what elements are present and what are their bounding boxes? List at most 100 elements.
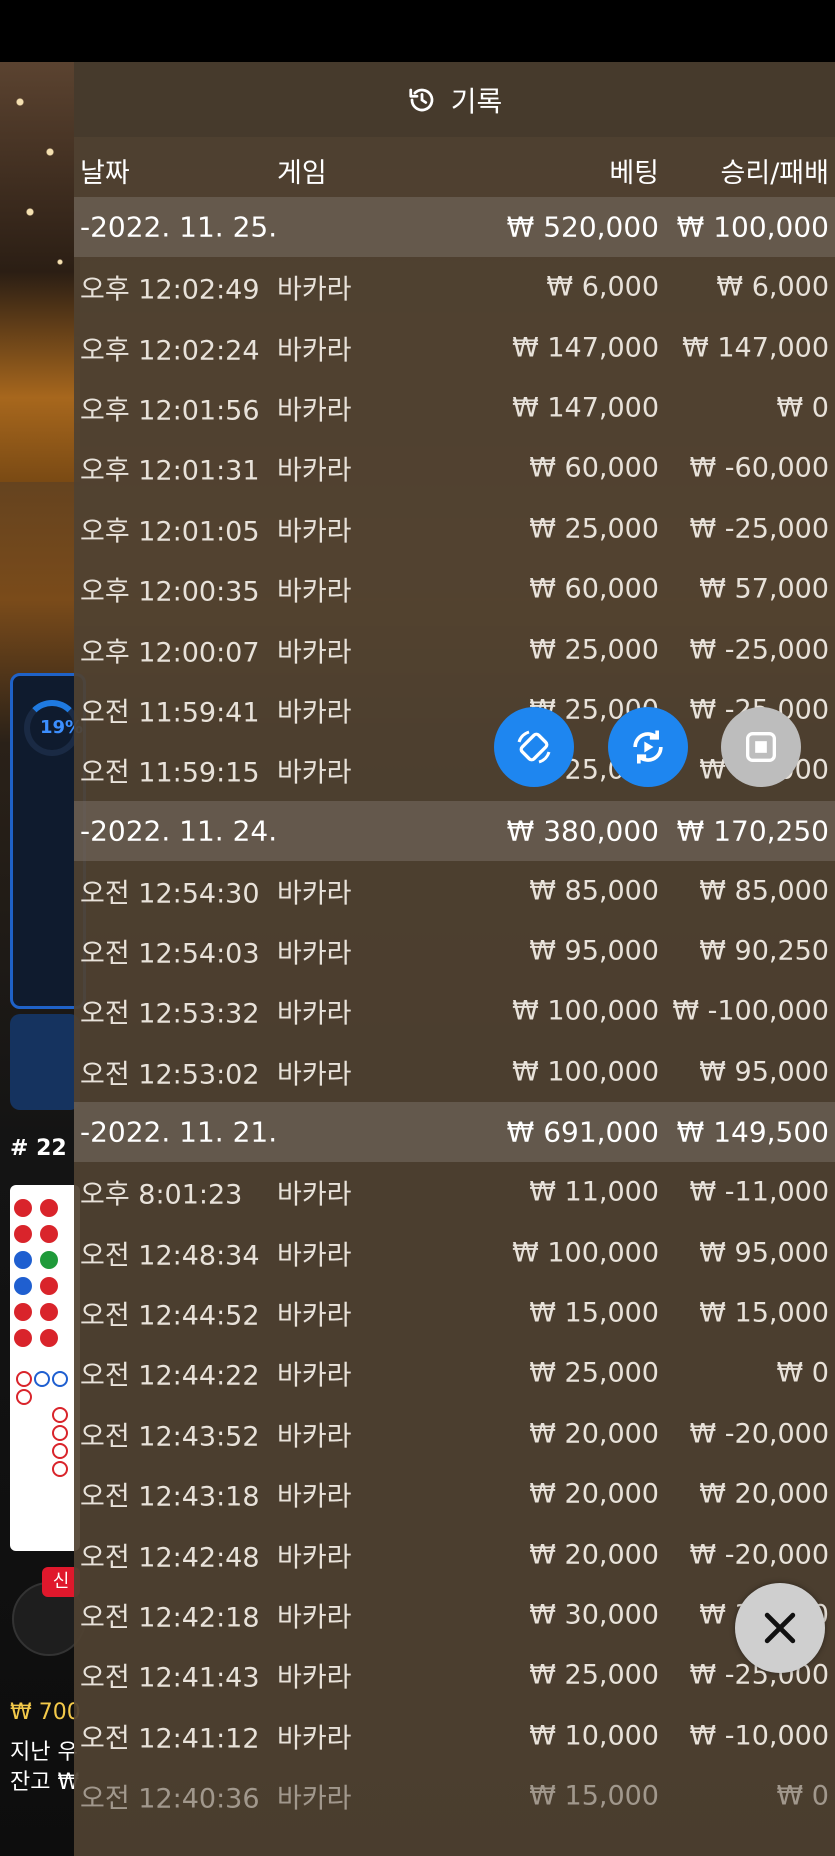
row-game: 바카라: [277, 395, 352, 427]
history-row[interactable]: 오전 12:42:18바카라₩ 30,000₩ 30,000: [74, 1585, 835, 1645]
history-row[interactable]: 오전 12:53:02 바카라 ₩ 100,000 ₩ 95,000: [74, 1042, 835, 1102]
row-bet: ₩ 25,000: [529, 634, 659, 666]
history-row[interactable]: 오전 12:44:22 바카라 ₩ 25,000 ₩ 0: [74, 1343, 835, 1403]
road-dot: [40, 1251, 58, 1269]
column-result: 승리/패배: [720, 158, 829, 189]
history-row[interactable]: 오후 12:01:05 바카라 ₩ 25,000 ₩ -25,000: [74, 499, 835, 559]
row-time: 오전 12:44:52: [80, 1300, 260, 1332]
row-bet: ₩ 20,000: [529, 1418, 659, 1450]
road-dot: [16, 1371, 32, 1387]
row-game: 바카라: [277, 1602, 352, 1634]
row-result: ₩ 0: [776, 1357, 829, 1389]
history-row[interactable]: 오전 11:59:41바카라₩ 25,000₩ -25,000: [74, 680, 835, 740]
history-row[interactable]: 오전 12:44:52 바카라 ₩ 15,000 ₩ 15,000: [74, 1283, 835, 1343]
date-group-row[interactable]: -2022. 11. 21. ₩ 691,000 ₩ 149,500: [74, 1102, 835, 1163]
column-bet: 베팅: [609, 158, 659, 189]
date-group-row[interactable]: -2022. 11. 25. ₩ 520,000 ₩ 100,000: [74, 197, 835, 257]
row-game: 바카라: [277, 998, 352, 1030]
row-bet: ₩ 147,000: [512, 392, 659, 424]
row-time: 오전 12:48:34: [80, 1240, 260, 1272]
row-game: 바카라: [277, 1360, 352, 1392]
road-dot: [16, 1389, 32, 1405]
date-group-row[interactable]: -2022. 11. 24. ₩ 380,000 ₩ 170,250: [74, 800, 835, 861]
row-bet: ₩ 100,000: [512, 1237, 659, 1269]
row-bet: ₩ 25,000: [529, 513, 659, 545]
history-row[interactable]: 오전 12:48:34 바카라 ₩ 100,000 ₩ 95,000: [74, 1222, 835, 1282]
row-time: 오전 12:53:32: [80, 998, 260, 1030]
row-game: 바카라: [277, 1300, 352, 1332]
row-game: 바카라: [277, 274, 352, 306]
road-dot: [52, 1461, 68, 1477]
progress-ring: 19%: [24, 700, 83, 756]
history-row[interactable]: 오후 12:00:07 바카라 ₩ 25,000 ₩ -25,000: [74, 619, 835, 679]
row-game: 바카라: [277, 1542, 352, 1574]
history-row[interactable]: 오전 12:42:48 바카라 ₩ 20,000 ₩ -20,000: [74, 1524, 835, 1584]
auto-play-button[interactable]: [608, 707, 688, 787]
row-bet: ₩ 30,000: [529, 1599, 659, 1631]
row-bet: ₩ 20,000: [529, 1539, 659, 1571]
row-result: ₩ -20,000: [689, 1418, 830, 1450]
last-label: 지난 우: [10, 1740, 78, 1765]
row-time: 오전 12:53:02: [80, 1059, 260, 1091]
road-dot: [52, 1443, 68, 1459]
road-dot: [34, 1371, 50, 1387]
road-dot: [40, 1199, 58, 1217]
road-dot: [40, 1303, 58, 1321]
row-game: 바카라: [277, 757, 352, 789]
game-action-card[interactable]: [10, 1014, 80, 1110]
history-row[interactable]: 오전 12:53:32 바카라 ₩ 100,000 ₩ -100,000: [74, 981, 835, 1041]
history-row[interactable]: 오전 12:41:43 바카라 ₩ 25,000 ₩ -25,000: [74, 1645, 835, 1705]
row-game: 바카라: [277, 1179, 352, 1211]
table-number: # 22: [10, 1136, 67, 1161]
row-bet: ₩ 25,000: [529, 1357, 659, 1389]
road-dot: [40, 1329, 58, 1347]
stop-icon: [746, 732, 776, 762]
rotate-icon: [517, 730, 551, 764]
row-result: ₩ 15,000: [699, 1297, 829, 1329]
group-bet-total: ₩ 691,000: [506, 1115, 659, 1149]
row-time: 오전 12:42:18: [80, 1602, 260, 1634]
history-row[interactable]: 오후 12:00:35 바카라 ₩ 60,000 ₩ 57,000: [74, 559, 835, 619]
row-bet: ₩ 11,000: [529, 1176, 659, 1208]
history-row[interactable]: 오후 12:02:49 바카라 ₩ 6,000 ₩ 6,000: [74, 257, 835, 317]
history-row[interactable]: 오후 12:02:24 바카라 ₩ 147,000 ₩ 147,000: [74, 317, 835, 377]
group-date: -2022. 11. 25.: [80, 210, 278, 244]
row-time: 오후 12:01:56: [80, 395, 260, 427]
row-time: 오전 12:42:48: [80, 1542, 260, 1574]
history-row[interactable]: 오전 12:43:18 바카라 ₩ 20,000 ₩ 20,000: [74, 1464, 835, 1524]
row-game: 바카라: [277, 1723, 352, 1755]
row-time: 오후 12:01:31: [80, 455, 260, 487]
history-row[interactable]: 오전 12:54:03 바카라 ₩ 95,000 ₩ 90,250: [74, 921, 835, 981]
close-icon: [764, 1612, 796, 1644]
bead-road: [10, 1185, 80, 1551]
row-bet: ₩ 6,000: [546, 271, 659, 303]
history-row[interactable]: 오전 12:41:12 바카라 ₩ 10,000 ₩ -10,000: [74, 1706, 835, 1766]
road-dot: [14, 1329, 32, 1347]
close-button[interactable]: [735, 1583, 825, 1673]
row-bet: ₩ 147,000: [512, 332, 659, 364]
row-time: 오후 12:00:07: [80, 637, 260, 669]
row-result: ₩ 57,000: [699, 573, 829, 605]
row-game: 바카라: [277, 1662, 352, 1694]
history-row[interactable]: 오후 12:01:31 바카라 ₩ 60,000 ₩ -60,000: [74, 438, 835, 498]
history-list[interactable]: -2022. 11. 25. ₩ 520,000 ₩ 100,000 오후 12:02…: [74, 197, 835, 1826]
stop-button[interactable]: [721, 707, 801, 787]
rotate-button[interactable]: [494, 707, 574, 787]
history-row[interactable]: 오후 12:01:56 바카라 ₩ 147,000 ₩ 0: [74, 378, 835, 438]
history-row[interactable]: 오전 12:43:52 바카라 ₩ 20,000 ₩ -20,000: [74, 1404, 835, 1464]
column-game: 게임: [277, 158, 327, 189]
history-icon: [409, 88, 434, 111]
history-title: 기록: [450, 84, 503, 118]
history-row[interactable]: 오전 12:40:36 바카라 ₩ 15,000 ₩ 0: [74, 1766, 835, 1826]
row-time: 오전 11:59:41: [80, 697, 260, 729]
history-header: 기록: [74, 62, 835, 137]
row-time: 오전 12:43:18: [80, 1481, 260, 1513]
row-result: ₩ -10,000: [689, 1720, 830, 1752]
row-result: ₩ -11,000: [689, 1176, 830, 1208]
row-result: ₩ -20,000: [689, 1539, 830, 1571]
row-bet: ₩ 60,000: [529, 452, 659, 484]
history-row[interactable]: 오전 12:54:30 바카라 ₩ 85,000 ₩ 85,000: [74, 861, 835, 921]
casino-scene-image: [0, 62, 80, 482]
history-row[interactable]: 오후 8:01:23 바카라 ₩ 11,000 ₩ -11,000: [74, 1162, 835, 1222]
row-time: 오전 12:54:03: [80, 938, 260, 970]
